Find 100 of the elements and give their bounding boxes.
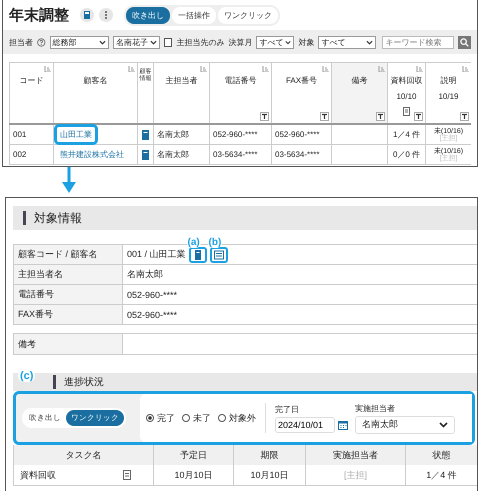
field-value: 052-960-**** [127, 310, 178, 320]
sort-icon[interactable] [200, 66, 207, 72]
document-icon[interactable] [123, 470, 131, 480]
help-icon[interactable] [37, 38, 46, 46]
checkbox-label: 主担当先のみ [176, 36, 224, 48]
mode-tab[interactable]: 一括操作 [172, 6, 216, 24]
table-cell: 10月10日 [233, 465, 305, 485]
filter-icon[interactable] [460, 112, 469, 121]
annotation-marker: (a) [186, 236, 201, 248]
filter-icon[interactable] [376, 112, 385, 121]
radio-button[interactable] [182, 414, 190, 422]
column-header: タスク名 [13, 445, 153, 465]
more-icon[interactable] [99, 8, 113, 22]
column-title: 備考 [352, 75, 368, 86]
radio-label: 完了 [157, 412, 175, 424]
filter-icon[interactable] [260, 112, 269, 121]
sort-icon[interactable] [128, 66, 135, 72]
column-header: 実施担当者 [305, 445, 405, 465]
table-cell: 1／4 件 [405, 465, 477, 485]
field-value: 001 / 山田工業 [127, 248, 186, 261]
document-icon [403, 107, 410, 116]
sort-icon[interactable] [262, 66, 269, 72]
table-cell: 002 [9, 145, 53, 164]
column-header[interactable]: 顧客名 [53, 63, 137, 123]
field-label: 電話番号 [13, 285, 123, 304]
sort-icon[interactable] [462, 66, 469, 72]
mode-tab[interactable]: ワンクリック [218, 6, 278, 24]
annotation-marker: (c) [18, 370, 36, 382]
filter-label: 対象 [298, 36, 314, 48]
field-value: 052-960-**** [127, 290, 178, 300]
filter-label: 担当者 [9, 36, 33, 48]
radio-button[interactable] [218, 414, 226, 422]
book-icon[interactable] [188, 246, 207, 262]
filter-label: 決算月 [228, 36, 252, 48]
field-label: 顧客コード / 顧客名 [13, 245, 123, 264]
chevron-down-icon [150, 40, 157, 44]
sort-icon[interactable] [416, 66, 423, 72]
column-title: 顧客名 [84, 75, 108, 86]
column-date: 10/19 [438, 92, 459, 101]
column-header[interactable]: 説明 10/19 [425, 63, 471, 123]
field-label: FAX番号 [13, 305, 123, 324]
radio-button[interactable] [146, 414, 154, 422]
section-title: 対象情報 [34, 210, 82, 226]
client-link[interactable]: 山田工業 [57, 127, 95, 142]
sort-icon[interactable] [44, 66, 51, 72]
person-dropdown[interactable]: 名南花子 [112, 36, 160, 48]
column-header[interactable]: コード [9, 63, 53, 123]
month-dropdown[interactable]: すべて [256, 36, 294, 48]
table-cell: 052-960-**** [209, 125, 271, 144]
column-title: コード [20, 75, 44, 86]
date-field[interactable]: 2024/10/01 [275, 416, 335, 432]
column-header: 状態 [405, 445, 477, 465]
table-cell: 資料回収 [20, 468, 56, 482]
search-button[interactable] [458, 36, 471, 48]
column-header[interactable]: 主担当者 [153, 63, 209, 123]
sort-icon[interactable] [322, 66, 329, 72]
field-label: 完了日 [275, 404, 300, 414]
department-dropdown[interactable]: 総務部 [50, 36, 109, 48]
checkbox[interactable] [164, 38, 172, 46]
chevron-down-icon [366, 40, 373, 44]
assignee-dropdown[interactable]: 名南太郎 [355, 416, 455, 434]
field-label: 実施担当者 [355, 402, 396, 414]
book-icon[interactable] [142, 150, 149, 160]
column-title: 説明 [440, 75, 456, 86]
calendar-icon[interactable] [338, 420, 348, 430]
table-cell: 052-960-**** [271, 125, 331, 144]
page-title: 年末調整 [9, 6, 69, 24]
mode-tab[interactable]: 吹き出し [126, 6, 170, 24]
chevron-down-icon [285, 40, 292, 44]
down-arrow [62, 167, 76, 193]
chevron-down-icon [439, 422, 448, 428]
table-cell: 0／0 件 [387, 145, 425, 164]
column-title: 資料回収 [390, 75, 422, 86]
annotation-marker: (b) [208, 236, 222, 248]
book-icon[interactable] [142, 130, 149, 140]
table-cell: 001 [9, 125, 53, 144]
column-header[interactable]: 備考 [331, 63, 387, 123]
table-cell: 10月10日 [153, 465, 233, 485]
field-value: 名南太郎 [127, 268, 163, 281]
table-cell: 名南太郎 [153, 145, 209, 164]
client-link[interactable]: 熊井建設株式会社 [57, 147, 127, 162]
column-header: 期限 [233, 445, 305, 465]
field-label: 主担当者名 [13, 265, 123, 284]
filter-icon[interactable] [414, 112, 423, 121]
chevron-down-icon [98, 40, 106, 44]
table-cell: 03-5634-**** [209, 145, 271, 164]
search-field[interactable]: キーワード検索 [382, 36, 454, 48]
sort-icon[interactable] [378, 66, 385, 72]
list-icon[interactable] [210, 246, 228, 262]
target-dropdown[interactable]: すべて [318, 36, 376, 48]
table-cell: 名南太郎 [153, 125, 209, 144]
filter-icon[interactable] [320, 112, 329, 121]
column-header[interactable]: 資料回収 10/10 [387, 63, 425, 123]
column-title: 主担当者 [166, 75, 198, 86]
field-label: 備考 [13, 334, 123, 354]
table-cell: 03-5634-**** [271, 145, 331, 164]
table-cell: 1／4 件 [387, 125, 425, 144]
calculator-icon[interactable] [80, 8, 94, 22]
column-header: 予定日 [153, 445, 233, 465]
column-header[interactable]: 電話番号 [209, 63, 271, 123]
